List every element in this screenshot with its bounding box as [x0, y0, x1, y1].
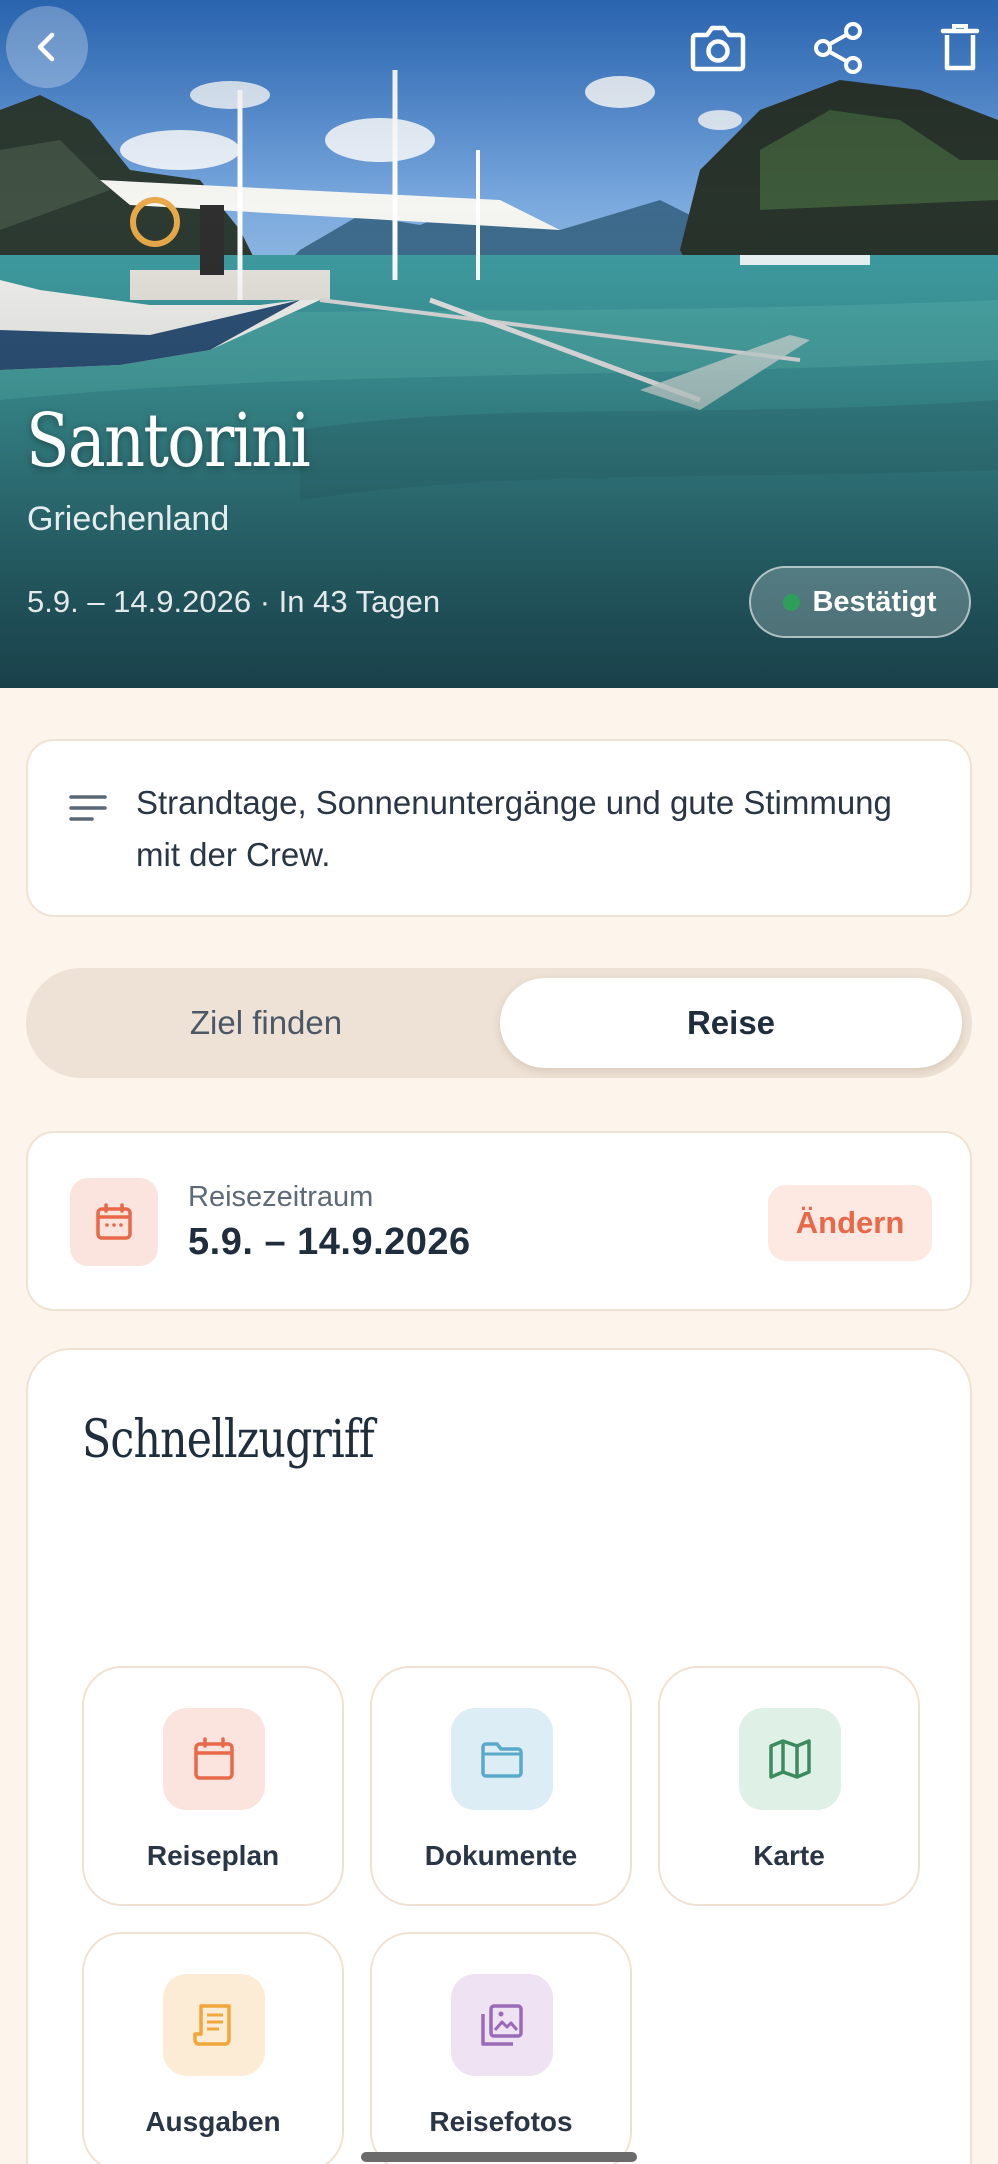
destination-title: Santorini	[26, 398, 311, 484]
quick-tile-dokumente[interactable]: Dokumente	[370, 1666, 632, 1906]
tile-label: Karte	[753, 1840, 825, 1871]
calendar-icon	[96, 1203, 132, 1240]
tile-icon-box	[739, 1708, 841, 1810]
quick-access-title: Schnellzugriff	[82, 1410, 375, 1470]
map-icon	[769, 1739, 811, 1779]
tile-icon-box	[451, 1708, 553, 1810]
quick-tile-reiseplan[interactable]: Reiseplan	[82, 1666, 344, 1906]
status-dot-icon	[783, 593, 801, 611]
folder-icon	[481, 1742, 523, 1778]
tile-label: Reisefotos	[429, 2106, 573, 2137]
tile-icon-box	[163, 1708, 265, 1810]
tile-icon-box	[163, 1974, 265, 2076]
receipt-icon	[193, 2004, 231, 2046]
home-indicator[interactable]	[361, 2152, 637, 2162]
tile-icon-box	[451, 1974, 553, 2076]
camera-button[interactable]	[680, 10, 756, 86]
status-label: Bestätigt	[812, 585, 937, 618]
period-label: Reisezeitraum	[188, 1181, 374, 1213]
trash-icon	[940, 24, 980, 71]
quick-access-card: Schnellzugriff Reiseplan Dokumente Karte…	[26, 1348, 972, 2164]
delete-button[interactable]	[922, 10, 998, 86]
destination-country: Griechenland	[27, 500, 230, 538]
notes-icon	[69, 795, 107, 821]
trip-dates-summary: 5.9. – 14.9.2026 · In 43 Tagen	[27, 584, 441, 619]
period-value: 5.9. – 14.9.2026	[188, 1221, 471, 1263]
tab-ziel-finden[interactable]: Ziel finden	[36, 978, 496, 1068]
period-icon-box	[70, 1178, 158, 1266]
status-badge[interactable]: Bestätigt	[749, 566, 971, 638]
view-switcher: Ziel finden Reise	[26, 968, 972, 1078]
share-button[interactable]	[800, 10, 876, 86]
back-icon	[37, 32, 55, 62]
tile-label: Ausgaben	[145, 2106, 281, 2137]
hero-header: Santorini Griechenland 5.9. – 14.9.2026 …	[0, 0, 998, 688]
change-period-button[interactable]: Ändern	[768, 1185, 932, 1261]
quick-tile-ausgaben[interactable]: Ausgaben	[82, 1932, 344, 2164]
photos-icon	[481, 2004, 523, 2046]
tile-label: Reiseplan	[146, 1840, 280, 1871]
camera-icon	[690, 25, 746, 72]
share-icon	[814, 22, 862, 74]
quick-tile-karte[interactable]: Karte	[658, 1666, 920, 1906]
tab-reise[interactable]: Reise	[500, 978, 962, 1068]
tile-label: Dokumente	[424, 1840, 578, 1871]
trip-note-text: Strandtage, Sonnenuntergänge und gute St…	[136, 784, 892, 873]
back-button[interactable]	[6, 6, 88, 88]
quick-tile-reisefotos[interactable]: Reisefotos	[370, 1932, 632, 2164]
trip-period-card: Reisezeitraum 5.9. – 14.9.2026 Ändern	[26, 1131, 972, 1311]
trip-note-card[interactable]: Strandtage, Sonnenuntergänge und gute St…	[26, 739, 972, 917]
calendar-icon	[194, 1737, 234, 1780]
